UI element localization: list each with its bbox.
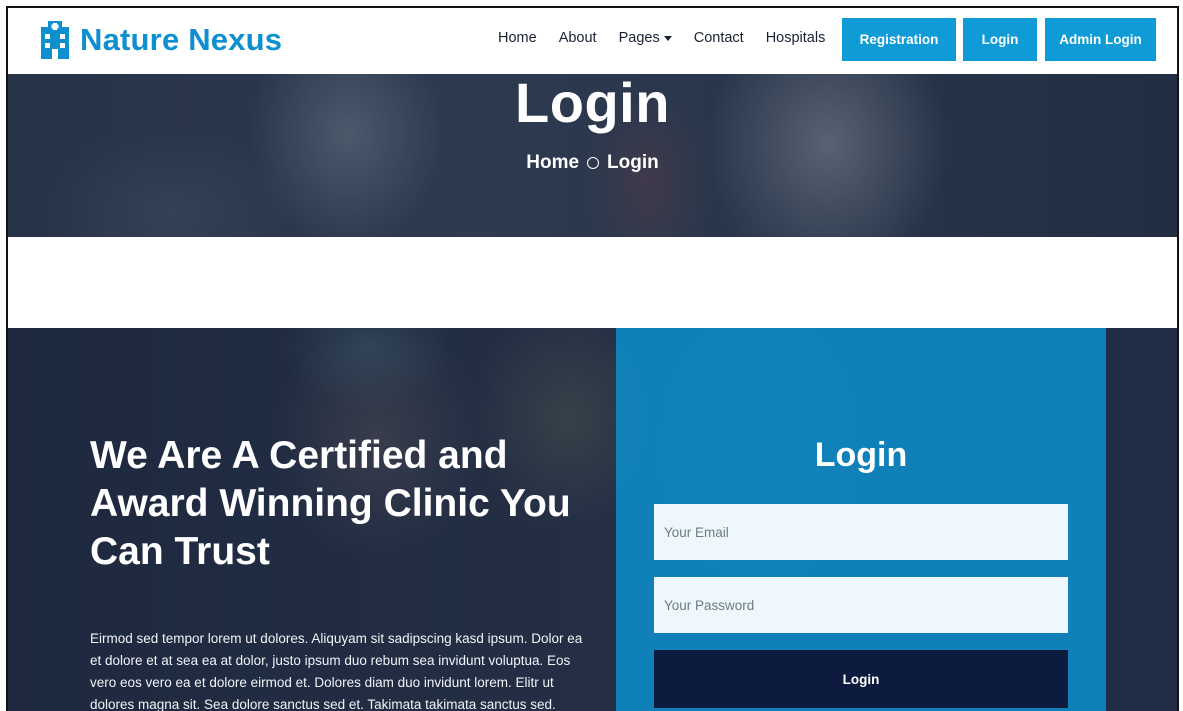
nav-link-pages[interactable]: Pages [619, 30, 672, 46]
hospital-building-icon [41, 21, 69, 59]
nav-link-home[interactable]: Home [498, 30, 537, 46]
login-submit-button[interactable]: Login [654, 650, 1068, 708]
registration-button[interactable]: Registration [842, 18, 956, 61]
page-frame: Nature Nexus Home About Pages Contact Ho… [6, 6, 1179, 711]
password-field[interactable]: Your Password [654, 577, 1068, 633]
page-header: Login Home Login [8, 74, 1177, 237]
nav-link-about[interactable]: About [559, 30, 597, 46]
email-field[interactable]: Your Email [654, 504, 1068, 560]
login-section: We Are A Certified and Award Winning Cli… [8, 328, 1177, 711]
brand-logo[interactable]: Nature Nexus [38, 21, 282, 59]
brand-name: Nature Nexus [80, 22, 283, 57]
breadcrumb: Home Login [8, 152, 1177, 174]
hero-heading: We Are A Certified and Award Winning Cli… [90, 434, 571, 573]
nav-link-contact[interactable]: Contact [694, 30, 744, 46]
login-panel: Login Your Email Your Password Login [616, 328, 1106, 711]
navbar: Nature Nexus Home About Pages Contact Ho… [8, 8, 1177, 74]
hero-paragraph: Eirmod sed tempor lorem ut dolores. Aliq… [90, 631, 583, 711]
page-title: Login [515, 74, 670, 134]
login-form-title: Login [814, 436, 908, 474]
nav-links: Home About Pages Contact Hospitals [498, 30, 847, 46]
circle-separator-icon [587, 156, 600, 169]
caret-down-icon [663, 35, 672, 41]
nav-link-pages-label: Pages [618, 30, 660, 46]
admin-login-button[interactable]: Admin Login [1045, 18, 1156, 61]
breadcrumb-home[interactable]: Home [526, 152, 579, 173]
breadcrumb-current: Login [607, 152, 659, 173]
nav-link-hospitals[interactable]: Hospitals [766, 30, 826, 46]
login-nav-button[interactable]: Login [963, 18, 1037, 61]
